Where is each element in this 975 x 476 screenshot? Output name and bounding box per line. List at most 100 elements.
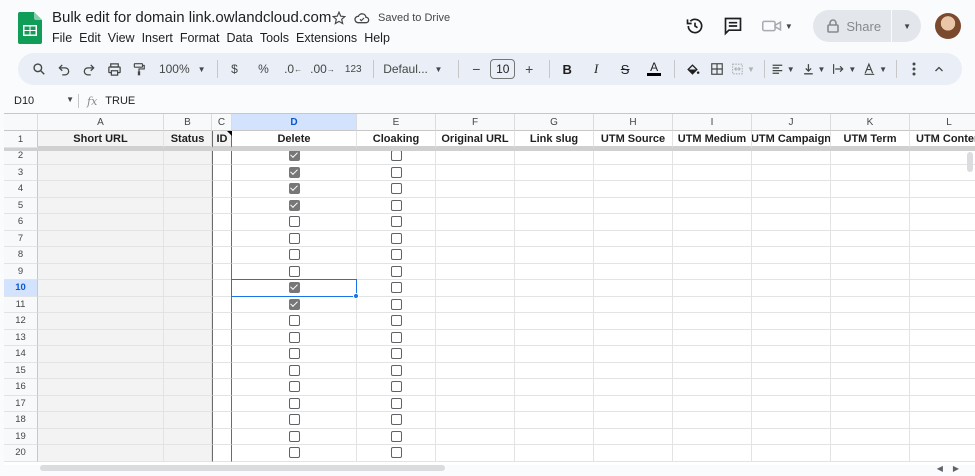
cell-f[interactable]	[436, 329, 515, 346]
cell-b[interactable]	[164, 379, 212, 396]
cell-a[interactable]	[38, 362, 164, 379]
cell-d[interactable]	[232, 445, 357, 462]
delete-checkbox[interactable]	[288, 348, 300, 360]
cell-a[interactable]	[38, 263, 164, 280]
cloaking-checkbox[interactable]	[390, 166, 402, 178]
italic-button[interactable]: I	[585, 57, 607, 81]
cell-i[interactable]	[673, 197, 752, 214]
cell-k[interactable]	[831, 445, 910, 462]
cell-h[interactable]	[594, 329, 673, 346]
cell-e[interactable]	[357, 313, 436, 330]
cell-d[interactable]	[232, 164, 357, 181]
cell-b[interactable]	[164, 313, 212, 330]
cell-c[interactable]	[212, 428, 232, 445]
cell-j[interactable]	[752, 313, 831, 330]
cell-g[interactable]	[515, 313, 594, 330]
cell-e[interactable]	[357, 263, 436, 280]
menu-file[interactable]: File	[52, 31, 79, 45]
header-cell-l[interactable]: UTM Content	[910, 131, 975, 148]
cell-g[interactable]	[515, 428, 594, 445]
row-header[interactable]: 19	[4, 428, 38, 445]
cell-i[interactable]	[673, 230, 752, 247]
cell-l[interactable]	[910, 429, 975, 445]
delete-checkbox[interactable]	[288, 166, 300, 178]
collapse-menus-button[interactable]	[928, 57, 950, 81]
cell-c[interactable]	[212, 164, 232, 181]
row-header[interactable]: 9	[4, 263, 38, 280]
cell-j[interactable]	[752, 164, 831, 181]
cell-f[interactable]	[436, 247, 515, 264]
cell-f[interactable]	[436, 263, 515, 280]
cloaking-checkbox[interactable]	[390, 232, 402, 244]
cell-g[interactable]	[515, 247, 594, 264]
cell-e[interactable]	[357, 230, 436, 247]
cell-l[interactable]	[910, 396, 975, 412]
row-header[interactable]: 11	[4, 296, 38, 313]
bold-button[interactable]: B	[556, 57, 578, 81]
version-history-button[interactable]	[679, 10, 711, 42]
cell-l[interactable]	[910, 247, 975, 264]
cell-g[interactable]	[515, 197, 594, 214]
cell-j[interactable]	[752, 445, 831, 462]
chevron-down-icon[interactable]: ▼	[903, 22, 911, 31]
comments-button[interactable]	[717, 10, 749, 42]
cell-g[interactable]	[515, 346, 594, 363]
more-formats-button[interactable]: 123	[342, 57, 364, 81]
cell-e[interactable]	[357, 379, 436, 396]
document-title[interactable]: Bulk edit for domain link.owlandcloud.co…	[52, 9, 331, 26]
cloaking-checkbox[interactable]	[390, 150, 402, 162]
cell-l[interactable]	[910, 181, 975, 198]
cell-g[interactable]	[515, 379, 594, 396]
cell-l[interactable]	[910, 363, 975, 379]
cell-l[interactable]	[910, 346, 975, 363]
cell-c[interactable]	[212, 379, 232, 396]
header-cell-i[interactable]: UTM Medium	[673, 131, 752, 148]
cell-i[interactable]	[673, 247, 752, 264]
delete-checkbox[interactable]	[288, 298, 300, 310]
cell-i[interactable]	[673, 362, 752, 379]
cloaking-checkbox[interactable]	[390, 348, 402, 360]
cell-c[interactable]	[212, 296, 232, 313]
cell-j[interactable]	[752, 395, 831, 412]
increase-font-size-button[interactable]: +	[518, 57, 540, 81]
cell-i[interactable]	[673, 280, 752, 297]
google-sheets-logo[interactable]	[18, 12, 42, 44]
cell-d[interactable]	[232, 428, 357, 445]
cell-c[interactable]	[212, 197, 232, 214]
cell-h[interactable]	[594, 164, 673, 181]
cell-g[interactable]	[515, 296, 594, 313]
more-options-button[interactable]	[903, 57, 925, 81]
cell-f[interactable]	[436, 412, 515, 429]
frozen-row-divider[interactable]	[4, 148, 975, 151]
print-button[interactable]	[103, 57, 125, 81]
cell-a[interactable]	[38, 346, 164, 363]
cell-f[interactable]	[436, 181, 515, 198]
delete-checkbox[interactable]	[288, 216, 300, 228]
delete-checkbox[interactable]	[288, 232, 300, 244]
cell-h[interactable]	[594, 395, 673, 412]
menu-format[interactable]: Format	[180, 31, 227, 45]
cell-j[interactable]	[752, 346, 831, 363]
menu-help[interactable]: Help	[364, 31, 397, 45]
cloaking-checkbox[interactable]	[390, 447, 402, 459]
cell-b[interactable]	[164, 428, 212, 445]
cell-f[interactable]	[436, 230, 515, 247]
cell-a[interactable]	[38, 329, 164, 346]
delete-checkbox[interactable]	[288, 282, 300, 294]
cell-c[interactable]	[212, 412, 232, 429]
cell-e[interactable]	[357, 181, 436, 198]
cell-l[interactable]	[910, 165, 975, 181]
cell-a[interactable]	[38, 164, 164, 181]
cell-f[interactable]	[436, 395, 515, 412]
cell-k[interactable]	[831, 280, 910, 297]
column-header-d[interactable]: D	[232, 114, 357, 131]
cell-k[interactable]	[831, 164, 910, 181]
cell-b[interactable]	[164, 395, 212, 412]
cell-g[interactable]	[515, 230, 594, 247]
cloaking-checkbox[interactable]	[390, 183, 402, 195]
cell-e[interactable]	[357, 346, 436, 363]
cell-d[interactable]	[232, 329, 357, 346]
cell-k[interactable]	[831, 395, 910, 412]
cell-i[interactable]	[673, 412, 752, 429]
column-header-j[interactable]: J	[752, 114, 831, 131]
